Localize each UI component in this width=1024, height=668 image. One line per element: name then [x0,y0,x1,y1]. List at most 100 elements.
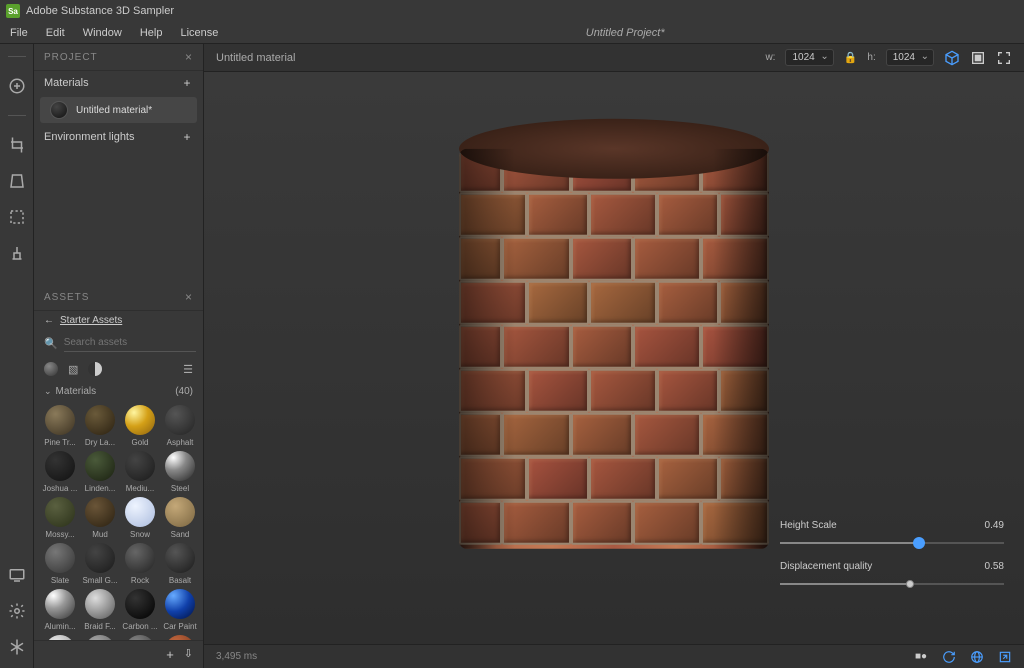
menu-window[interactable]: Window [83,27,122,39]
material-item[interactable]: Untitled material* [40,97,197,123]
displacement-label: Displacement quality [780,561,872,572]
2d-view-icon[interactable] [970,50,986,66]
width-select[interactable]: 1024 [785,49,833,66]
asset-thumbnail[interactable]: Gold [122,405,158,447]
material-sphere-icon [165,497,195,527]
asset-label: Mossy... [42,530,78,539]
left-toolstrip [0,44,34,668]
camera-icon[interactable]: ■● [914,650,928,664]
asset-thumbnail[interactable]: Mud [82,497,118,539]
add-asset-icon[interactable]: + [166,647,174,662]
asset-thumbnail[interactable]: Rock [122,543,158,585]
asset-label: Sand [162,530,198,539]
asset-label: Basalt [162,576,198,585]
menu-edit[interactable]: Edit [46,27,65,39]
material-sphere-icon [125,451,155,481]
project-name: Untitled Project* [586,27,665,39]
breadcrumb-link[interactable]: Starter Assets [60,315,122,326]
asset-thumbnail[interactable]: Basalt [162,543,198,585]
lock-icon[interactable]: 🔒 [844,51,858,64]
material-sphere-icon [85,405,115,435]
menu-file[interactable]: File [10,27,28,39]
import-asset-icon[interactable]: ⇩ [184,647,193,662]
asset-thumbnail[interactable]: Mediu... [122,451,158,493]
add-env-icon[interactable]: + [181,131,193,143]
globe-icon[interactable] [970,650,984,664]
asset-label: Pine Tr... [42,438,78,447]
filter-contrast-icon[interactable] [88,362,102,376]
asset-label: Car Paint [162,622,198,631]
asset-label: Joshua ... [42,484,78,493]
filter-sphere-icon[interactable] [44,362,58,376]
stamp-tool-icon[interactable] [8,244,26,262]
menu-bar: File Edit Window Help License Untitled P… [0,22,1024,44]
close-icon[interactable]: × [185,290,193,304]
asset-label: Linden... [82,484,118,493]
refresh-icon[interactable] [942,650,956,664]
asset-label: Small G... [82,576,118,585]
category-row[interactable]: ⌄Materials (40) [34,382,203,401]
display-settings-icon[interactable] [8,566,26,584]
height-select[interactable]: 1024 [886,49,934,66]
material-sphere-icon [45,405,75,435]
filter-image-icon[interactable]: ▧ [68,363,78,376]
search-icon: 🔍 [44,337,58,350]
3d-viewport[interactable]: Height Scale 0.49 Displacement quality 0… [204,72,1024,644]
back-arrow-icon[interactable]: ← [44,315,54,326]
perspective-tool-icon[interactable] [8,172,26,190]
asset-thumbnail[interactable]: Slate [42,543,78,585]
snowflake-icon[interactable] [8,638,26,656]
material-sphere-icon [165,451,195,481]
viewport-header: Untitled material w: 1024 🔒 h: 1024 [204,44,1024,72]
fullscreen-icon[interactable] [996,50,1012,66]
selection-tool-icon[interactable] [8,208,26,226]
material-sphere-icon [125,405,155,435]
env-lights-section-header[interactable]: Environment lights + [34,125,203,149]
width-label: w: [765,52,775,63]
search-input[interactable] [64,334,196,352]
viewer-settings-icon[interactable] [8,602,26,620]
add-tool-icon[interactable] [8,77,26,95]
material-sphere-icon [50,101,68,119]
close-icon[interactable]: × [185,50,193,64]
materials-label: Materials [44,77,89,89]
asset-thumbnail[interactable]: Joshua ... [42,451,78,493]
asset-thumbnail[interactable]: Car Paint [162,589,198,631]
menu-license[interactable]: License [180,27,218,39]
asset-thumbnail[interactable]: Linden... [82,451,118,493]
asset-thumbnail[interactable]: Sand [162,497,198,539]
asset-grid: Pine Tr... Dry La... GoldAsphalt Joshua ...… [34,401,203,640]
materials-section-header[interactable]: Materials + [34,71,203,95]
cube-view-icon[interactable] [944,50,960,66]
material-sphere-icon [45,589,75,619]
material-sphere-icon [45,543,75,573]
asset-thumbnail[interactable]: Mossy... [42,497,78,539]
asset-thumbnail[interactable]: Carbon ... [122,589,158,631]
crop-tool-icon[interactable] [8,136,26,154]
asset-thumbnail[interactable]: Alumin... [42,589,78,631]
add-material-icon[interactable]: + [181,77,193,89]
asset-label: Steel [162,484,198,493]
asset-thumbnail[interactable]: Pine Tr... [42,405,78,447]
export-icon[interactable] [998,650,1012,664]
left-sidebar: PROJECT × Materials + Untitled material*… [34,44,204,668]
env-lights-label: Environment lights [44,131,135,143]
asset-thumbnail[interactable]: Steel [162,451,198,493]
asset-thumbnail[interactable]: Snow [122,497,158,539]
asset-thumbnail[interactable]: Braid F... [82,589,118,631]
status-bar: 3,495 ms ■● [204,644,1024,668]
asset-thumbnail[interactable]: Small G... [82,543,118,585]
material-name: Untitled material* [76,105,152,116]
asset-label: Braid F... [82,622,118,631]
assets-panel: ASSETS × ← Starter Assets 🔍 ▧ ☰ ⌄Materia… [34,284,203,668]
asset-label: Mud [82,530,118,539]
asset-label: Dry La... [82,438,118,447]
menu-help[interactable]: Help [140,27,163,39]
displacement-slider[interactable] [780,578,1004,590]
asset-thumbnail[interactable]: Asphalt [162,405,198,447]
height-scale-slider[interactable] [780,537,1004,549]
material-sphere-icon [125,543,155,573]
render-time: 3,495 ms [216,651,257,662]
asset-thumbnail[interactable]: Dry La... [82,405,118,447]
list-view-icon[interactable]: ☰ [183,363,193,376]
